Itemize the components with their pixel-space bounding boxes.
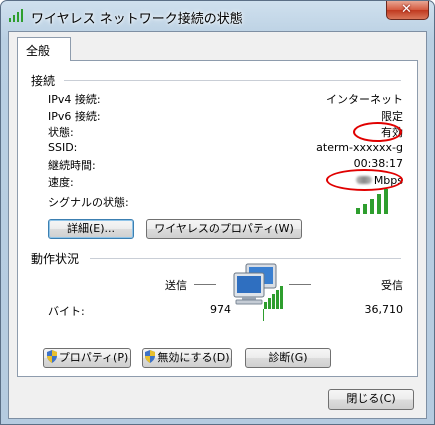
activity-section-title: 動作状況 bbox=[31, 252, 80, 266]
title-bar[interactable]: ワイヤレス ネットワーク接続の状態 ✕ bbox=[1, 1, 434, 31]
received-line bbox=[289, 284, 311, 285]
wireless-properties-button[interactable]: ワイヤレスのプロパティ(W) bbox=[146, 219, 302, 239]
signal-label: シグナルの状態: bbox=[48, 196, 129, 209]
status-label: 状態: bbox=[48, 126, 74, 139]
uac-shield-icon bbox=[46, 350, 57, 363]
tab-general[interactable]: 全般 bbox=[17, 37, 71, 61]
disable-button[interactable]: 無効にする(D) bbox=[142, 348, 232, 368]
signal-bars-icon bbox=[356, 189, 388, 214]
received-label: 受信 bbox=[381, 279, 403, 292]
bytes-sent-value: 974 bbox=[210, 303, 231, 316]
duration-label: 継続時間: bbox=[48, 159, 96, 172]
bytes-label: バイト: bbox=[48, 305, 85, 318]
window-title: ワイヤレス ネットワーク接続の状態 bbox=[31, 12, 243, 27]
connection-section-divider bbox=[64, 80, 401, 81]
speed-annotation-circle bbox=[326, 169, 403, 191]
ipv4-value: インターネット bbox=[326, 93, 403, 106]
close-window-button[interactable]: ✕ bbox=[386, 1, 429, 20]
uac-shield-icon bbox=[145, 350, 156, 363]
sent-line bbox=[194, 284, 216, 285]
ssid-value: aterm-xxxxxx-g bbox=[316, 141, 403, 154]
network-computers-icon bbox=[233, 263, 283, 321]
connection-section-title: 接続 bbox=[31, 74, 56, 88]
speed-label: 速度: bbox=[48, 176, 74, 189]
sent-label: 送信 bbox=[165, 279, 187, 292]
details-button[interactable]: 詳細(E)... bbox=[48, 219, 134, 239]
ssid-label: SSID: bbox=[48, 141, 78, 154]
tab-panel: 接続 IPv4 接続: インターネット IPv6 接続: 限定 状態: 有効 S… bbox=[17, 60, 418, 377]
dialog-window: ワイヤレス ネットワーク接続の状態 ✕ 全般 接続 IPv4 接続: インターネ… bbox=[0, 0, 435, 425]
close-icon: ✕ bbox=[401, 2, 412, 17]
signal-strength-icon bbox=[9, 9, 23, 22]
activity-section-divider bbox=[90, 258, 401, 259]
bytes-received-value: 36,710 bbox=[364, 303, 404, 316]
dialog-client-area: 全般 接続 IPv4 接続: インターネット IPv6 接続: 限定 状態: 有… bbox=[8, 31, 427, 419]
tab-general-label: 全般 bbox=[26, 44, 51, 58]
ipv6-label: IPv6 接続: bbox=[48, 110, 101, 123]
ipv4-label: IPv4 接続: bbox=[48, 93, 101, 106]
close-button[interactable]: 閉じる(C) bbox=[328, 389, 414, 410]
properties-button[interactable]: プロパティ(P) bbox=[43, 348, 131, 368]
diagnose-button[interactable]: 診断(G) bbox=[245, 348, 331, 368]
status-annotation-circle bbox=[353, 122, 402, 142]
